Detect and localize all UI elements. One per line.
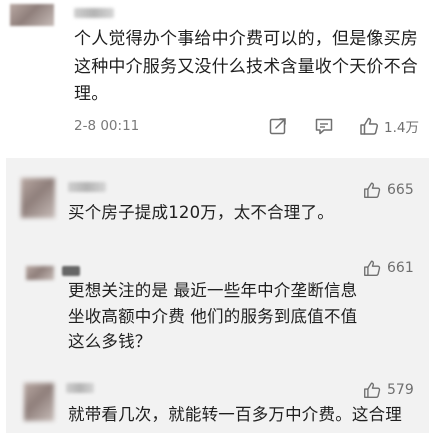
reply-text: 买个房子提成120万，太不合理了。 — [68, 203, 334, 222]
avatar[interactable] — [26, 266, 54, 280]
username-blurred[interactable] — [66, 383, 94, 393]
reply-like-count: 665 — [387, 182, 414, 198]
reply-text: 更想关注的是 最近一些年中介垄断信息 坐收高额中介费 他们的服务到底值不值这么多… — [68, 281, 358, 351]
replies-section: 665 买个房子提成120万，太不合理了。 661 更想关注的是 最近一些年中介… — [6, 158, 429, 433]
reply-like-button[interactable]: 665 — [362, 180, 414, 200]
comment-text: 个人觉得办个事给中介费可以的，但是像买房这种中介服务又没什么技术含量收个天价不合… — [74, 29, 418, 104]
avatar[interactable] — [21, 178, 55, 218]
thumbs-up-icon — [360, 117, 379, 135]
comment-thread: 个人觉得办个事给中介费可以的，但是像买房这种中介服务又没什么技术含量收个天价不合… — [0, 0, 429, 433]
reply-like-button[interactable]: 579 — [362, 380, 414, 400]
username-blurred[interactable] — [68, 182, 106, 192]
avatar[interactable] — [24, 383, 54, 421]
share-icon — [269, 118, 286, 135]
timestamp: 2-8 00:11 — [74, 118, 140, 134]
reply-like-count: 579 — [387, 382, 414, 398]
comment-button[interactable] — [314, 114, 334, 138]
like-button[interactable]: 1.4万 — [358, 114, 419, 138]
username-blurred[interactable] — [62, 266, 80, 276]
reply-text: 就带看几次，就能转一百多万中介费。这合理 — [68, 405, 402, 424]
thumbs-up-icon — [364, 182, 381, 198]
comment-icon — [315, 118, 333, 135]
reply-like-button[interactable]: 661 — [362, 258, 414, 278]
share-button[interactable] — [268, 114, 288, 138]
thumbs-up-icon — [364, 382, 381, 398]
avatar[interactable] — [10, 4, 54, 26]
reply-like-count: 661 — [387, 260, 414, 276]
username-blurred[interactable] — [74, 8, 114, 18]
thumbs-up-icon — [364, 260, 381, 276]
main-comment: 个人觉得办个事给中介费可以的，但是像买房这种中介服务又没什么技术含量收个天价不合… — [0, 0, 429, 158]
like-count: 1.4万 — [384, 120, 419, 136]
